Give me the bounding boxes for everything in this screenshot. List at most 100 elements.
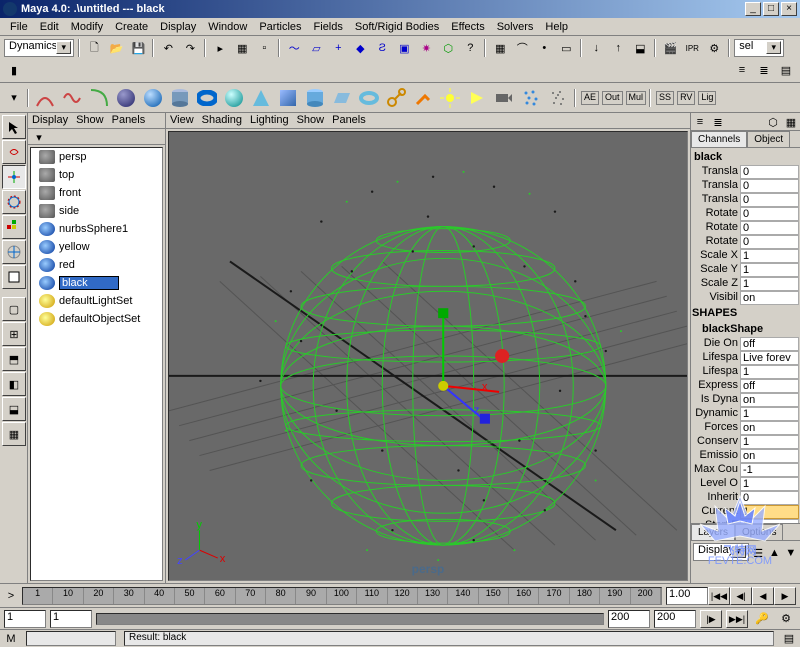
snap-curve-icon[interactable]: ⌒ [512, 38, 532, 58]
shelf-torus[interactable] [194, 85, 220, 111]
channel-value[interactable]: 1 [740, 505, 799, 519]
channel-value[interactable]: Live forev [740, 351, 799, 365]
menu-edit[interactable]: Edit [34, 21, 65, 33]
menu-effects[interactable]: Effects [445, 21, 490, 33]
shelf-emitter-2[interactable] [545, 85, 571, 111]
playback-end-field[interactable]: 200 [608, 610, 650, 628]
outliner-item-nurbsSphere1[interactable]: nurbsSphere1 [31, 220, 162, 238]
render-globals-icon[interactable]: ⚙ [704, 38, 724, 58]
minimize-button[interactable]: _ [745, 2, 761, 16]
channel-value[interactable]: 0 [740, 165, 799, 179]
channel-row[interactable]: Rotate 0 [692, 221, 799, 235]
menu-help[interactable]: Help [539, 21, 574, 33]
playback-start-field[interactable]: 1 [50, 610, 92, 628]
view-menu-shading[interactable]: Shading [202, 114, 242, 127]
current-time-field[interactable]: 1.00 [666, 587, 708, 605]
channel-value[interactable]: 1 [740, 477, 799, 491]
range-slider[interactable]: 1 1 200 200 |▶ ▶▶| 🔑 ⚙ [0, 607, 800, 629]
mask-cube-icon[interactable]: ▣ [394, 38, 414, 58]
layout-three[interactable]: ⬓ [2, 397, 26, 421]
channel-value[interactable]: on [740, 421, 799, 435]
mask-render-icon[interactable]: ⬡ [438, 38, 458, 58]
channel-row[interactable]: Die Onoff [692, 337, 799, 351]
quicktab-rv[interactable]: RV [677, 91, 695, 105]
mask-poly-icon[interactable]: + [328, 38, 348, 58]
layout-single[interactable]: ▢ [2, 297, 26, 321]
shelf-light-point[interactable] [437, 85, 463, 111]
snap-grid-icon[interactable]: ▦ [490, 38, 510, 58]
channel-value[interactable]: 1 [740, 435, 799, 449]
channel-row[interactable]: Transla0 [692, 179, 799, 193]
menu-softrigid[interactable]: Soft/Rigid Bodies [349, 21, 445, 33]
quicktab-lig[interactable]: Lig [698, 91, 716, 105]
channel-row[interactable]: Rotate 0 [692, 207, 799, 221]
rename-input[interactable] [59, 276, 119, 290]
view-menu-show[interactable]: Show [297, 114, 325, 127]
play-back-button[interactable]: ◀ [752, 587, 774, 605]
channel-row[interactable]: Max Cou-1 [692, 463, 799, 477]
mask-curve-icon[interactable]: ～ [284, 38, 304, 58]
shelf-camera[interactable] [491, 85, 517, 111]
ch-btn-3[interactable]: ⬡ [765, 114, 781, 130]
shelf-cylinder[interactable] [167, 85, 193, 111]
time-slider-track[interactable]: 1102030405060708090100110120130140150160… [22, 587, 662, 605]
quicktab-ss[interactable]: SS [656, 91, 674, 105]
show-manip-tool[interactable] [2, 240, 26, 264]
render-icon[interactable]: 🎬 [660, 38, 680, 58]
outliner-item-defaultLightSet[interactable]: defaultLightSet [31, 292, 162, 310]
rotate-tool[interactable] [2, 190, 26, 214]
shelf-cube[interactable] [275, 85, 301, 111]
ch-btn-2[interactable]: ≣ [710, 114, 726, 130]
channel-value[interactable]: off [740, 337, 799, 351]
cmd-type-icon[interactable]: M [4, 632, 18, 646]
shelf-torus-2[interactable] [356, 85, 382, 111]
channel-value[interactable]: -1 [740, 463, 799, 477]
channel-row[interactable]: Is Dynaon [692, 393, 799, 407]
layout-custom[interactable]: ▦ [2, 422, 26, 446]
shelf-sphere-cyan[interactable] [221, 85, 247, 111]
shelf-sphere-dark[interactable] [113, 85, 139, 111]
outliner-menu-show[interactable]: Show [76, 114, 104, 127]
new-layer-icon[interactable]: ☰ [751, 543, 765, 563]
channel-row[interactable]: Transla0 [692, 193, 799, 207]
layout-four[interactable]: ⊞ [2, 322, 26, 346]
channel-value[interactable]: 0 [740, 235, 799, 249]
shelf-curve-2[interactable] [59, 85, 85, 111]
tab-options[interactable]: Options [735, 524, 783, 540]
view-menu-view[interactable]: View [170, 114, 194, 127]
outliner-item-persp[interactable]: persp [31, 148, 162, 166]
lasso-tool[interactable] [2, 140, 26, 164]
channel-row[interactable]: Scale Y1 [692, 263, 799, 277]
undo-icon[interactable]: ↶ [158, 38, 178, 58]
channel-row[interactable]: Scale Z1 [692, 277, 799, 291]
select-hier-icon[interactable]: ▸ [210, 38, 230, 58]
viewport-canvas[interactable]: x z [168, 131, 688, 581]
channel-value[interactable]: 1 [740, 407, 799, 421]
snap-point-icon[interactable]: • [534, 38, 554, 58]
menu-modify[interactable]: Modify [65, 21, 109, 33]
channel-value[interactable]: 1 [740, 249, 799, 263]
ipr-icon[interactable]: IPR [682, 38, 702, 58]
channel-row[interactable]: Inherit0 [692, 491, 799, 505]
save-scene-icon[interactable]: 💾 [128, 38, 148, 58]
layout-two-h[interactable]: ⬒ [2, 347, 26, 371]
outliner-item-front[interactable]: front [31, 184, 162, 202]
channel-row[interactable]: LifespaLive forev [692, 351, 799, 365]
menu-display[interactable]: Display [154, 21, 202, 33]
range-end-field[interactable]: 200 [654, 610, 696, 628]
view-menu-panels[interactable]: Panels [332, 114, 366, 127]
layer-down-icon[interactable]: ▼ [784, 543, 798, 563]
construction-icon[interactable]: ⬓ [630, 38, 650, 58]
step-fwd-button[interactable]: |▶ [700, 610, 722, 628]
channel-value[interactable]: 1 [740, 365, 799, 379]
channel-row[interactable]: Conserv1 [692, 435, 799, 449]
channel-row[interactable]: Current1 [692, 505, 799, 519]
channel-object-name[interactable]: black [692, 149, 799, 165]
timeline-menu-icon[interactable]: > [4, 586, 18, 606]
close-button[interactable]: × [781, 2, 797, 16]
channel-row[interactable]: Level O1 [692, 477, 799, 491]
shelf-plane[interactable] [329, 85, 355, 111]
quicktab-out[interactable]: Out [602, 91, 623, 105]
show-attr-icon[interactable]: ≡ [732, 60, 752, 80]
snap-plane-icon[interactable]: ▭ [556, 38, 576, 58]
